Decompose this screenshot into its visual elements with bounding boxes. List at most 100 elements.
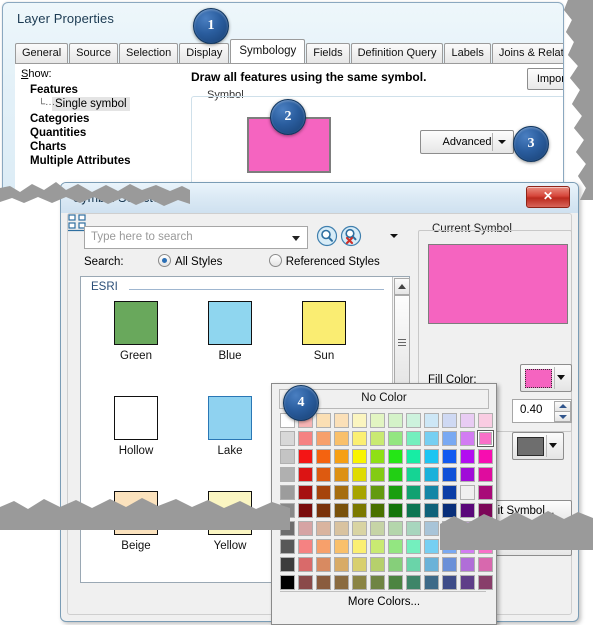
color-swatch[interactable]	[369, 430, 386, 447]
color-swatch[interactable]	[459, 412, 476, 429]
color-swatch[interactable]	[351, 484, 368, 501]
color-swatch[interactable]	[369, 538, 386, 555]
color-swatch[interactable]	[279, 484, 296, 501]
color-swatch[interactable]	[387, 502, 404, 519]
color-swatch[interactable]	[333, 520, 350, 537]
color-swatch[interactable]	[459, 556, 476, 573]
color-swatch[interactable]	[459, 430, 476, 447]
color-swatch-grid[interactable]	[279, 412, 494, 591]
more-colors-button[interactable]: More Colors...	[272, 596, 496, 608]
stepper-buttons[interactable]	[554, 401, 571, 422]
tab-joins-relates[interactable]: Joins & Relates	[491, 43, 563, 63]
color-swatch[interactable]	[387, 412, 404, 429]
color-swatch[interactable]	[459, 574, 476, 591]
color-swatch[interactable]	[333, 502, 350, 519]
color-swatch[interactable]	[441, 538, 458, 555]
color-swatch[interactable]	[441, 448, 458, 465]
color-swatch[interactable]	[279, 556, 296, 573]
color-swatch[interactable]	[387, 466, 404, 483]
color-swatch[interactable]	[279, 466, 296, 483]
color-swatch[interactable]	[333, 430, 350, 447]
color-swatch[interactable]	[315, 484, 332, 501]
color-swatch[interactable]	[315, 538, 332, 555]
color-swatch[interactable]	[297, 556, 314, 573]
gallery-item[interactable]: Blue	[193, 301, 267, 362]
color-swatch[interactable]	[441, 466, 458, 483]
color-swatch[interactable]	[477, 466, 494, 483]
color-swatch[interactable]	[477, 538, 494, 555]
color-swatch[interactable]	[279, 502, 296, 519]
color-swatch[interactable]	[423, 430, 440, 447]
color-swatch[interactable]	[441, 430, 458, 447]
color-swatch[interactable]	[333, 448, 350, 465]
color-swatch[interactable]	[477, 448, 494, 465]
color-swatch[interactable]	[477, 502, 494, 519]
close-icon[interactable]: ✕	[526, 186, 570, 208]
tab-symbology[interactable]: Symbology	[230, 39, 306, 63]
color-swatch[interactable]	[423, 448, 440, 465]
color-swatch[interactable]	[351, 412, 368, 429]
color-swatch[interactable]	[351, 538, 368, 555]
color-swatch[interactable]	[459, 502, 476, 519]
color-swatch[interactable]	[333, 538, 350, 555]
color-swatch[interactable]	[405, 574, 422, 591]
color-swatch[interactable]	[441, 520, 458, 537]
color-swatch[interactable]	[423, 484, 440, 501]
color-swatch[interactable]	[369, 502, 386, 519]
color-swatch[interactable]	[459, 484, 476, 501]
stepper-down-icon[interactable]	[554, 411, 571, 422]
color-swatch[interactable]	[477, 556, 494, 573]
gallery-item[interactable]: Hollow	[99, 396, 173, 457]
clear-search-icon[interactable]	[340, 225, 362, 247]
color-swatch[interactable]	[351, 502, 368, 519]
color-swatch[interactable]	[423, 556, 440, 573]
show-tree-item-multiple-attributes[interactable]: Multiple Attributes	[22, 154, 170, 168]
color-swatch[interactable]	[477, 574, 494, 591]
fill-color-button[interactable]	[520, 364, 572, 392]
chevron-down-icon[interactable]	[292, 236, 300, 241]
color-swatch[interactable]	[369, 574, 386, 591]
color-swatch[interactable]	[297, 448, 314, 465]
show-tree-item-features[interactable]: Features	[22, 83, 170, 97]
show-tree-item-charts[interactable]: Charts	[22, 140, 170, 154]
color-swatch[interactable]	[441, 502, 458, 519]
color-swatch[interactable]	[351, 466, 368, 483]
show-tree-item-categories[interactable]: Categories	[22, 112, 170, 126]
show-tree-item-single-symbol[interactable]: Single symbol	[52, 97, 130, 111]
outline-width-stepper[interactable]: 0.40	[512, 399, 572, 423]
color-swatch[interactable]	[333, 466, 350, 483]
color-swatch[interactable]	[315, 430, 332, 447]
color-swatch[interactable]	[405, 556, 422, 573]
chevron-down-icon[interactable]	[557, 375, 565, 380]
gallery-item[interactable]: Beige	[99, 491, 173, 552]
color-swatch[interactable]	[315, 502, 332, 519]
tab-general[interactable]: General	[15, 43, 69, 63]
tab-selection[interactable]: Selection	[119, 43, 179, 63]
color-swatch[interactable]	[387, 520, 404, 537]
color-swatch[interactable]	[459, 538, 476, 555]
radio-referenced-styles[interactable]	[268, 254, 282, 267]
color-swatch[interactable]	[369, 466, 386, 483]
color-swatch[interactable]	[441, 484, 458, 501]
chevron-down-icon[interactable]	[549, 443, 557, 448]
color-swatch[interactable]	[423, 520, 440, 537]
color-swatch[interactable]	[315, 520, 332, 537]
color-swatch[interactable]	[279, 538, 296, 555]
color-swatch[interactable]	[351, 430, 368, 447]
color-swatch[interactable]	[351, 556, 368, 573]
outline-color-button[interactable]	[512, 432, 564, 460]
color-swatch[interactable]	[279, 520, 296, 537]
color-swatch[interactable]	[333, 412, 350, 429]
color-swatch[interactable]	[387, 484, 404, 501]
color-swatch[interactable]	[423, 538, 440, 555]
gallery-item[interactable]: Green	[99, 301, 173, 362]
color-swatch[interactable]	[387, 448, 404, 465]
import-button[interactable]: Import...	[527, 68, 563, 90]
color-swatch[interactable]	[315, 448, 332, 465]
color-swatch[interactable]	[477, 484, 494, 501]
search-icon[interactable]	[316, 225, 338, 247]
color-swatch[interactable]	[297, 502, 314, 519]
color-swatch[interactable]	[405, 430, 422, 447]
color-swatch[interactable]	[351, 574, 368, 591]
color-swatch[interactable]	[387, 538, 404, 555]
